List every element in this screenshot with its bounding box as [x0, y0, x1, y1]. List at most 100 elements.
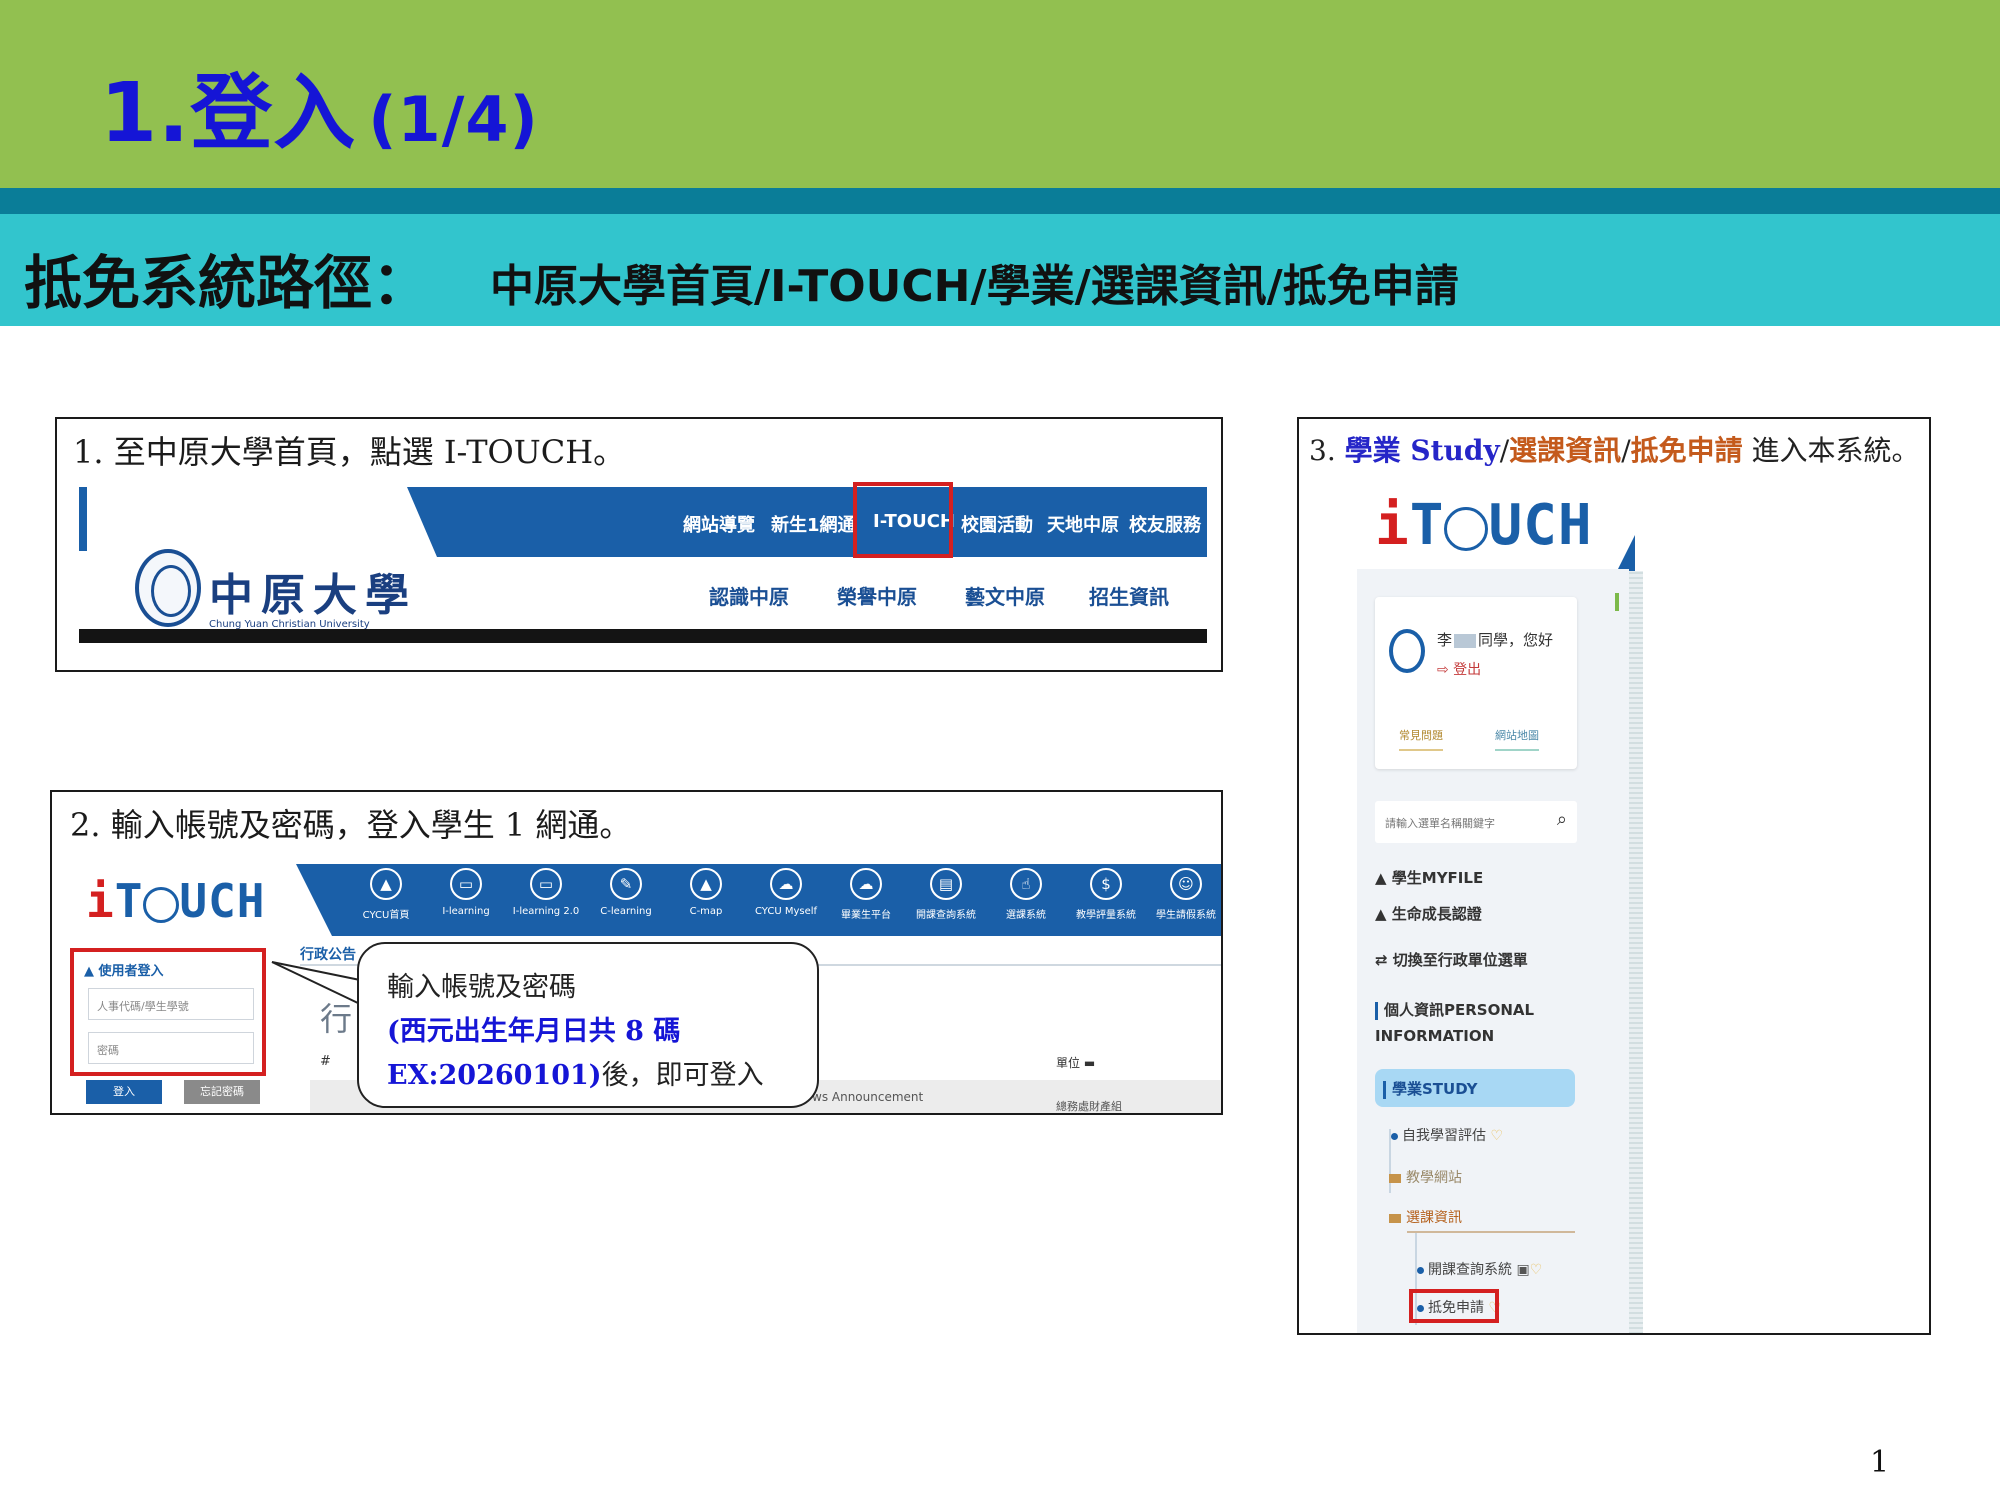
- favorite-icon[interactable]: ♡: [1530, 1262, 1543, 1278]
- nav-item-6[interactable]: ☁ 畢業生平台: [828, 868, 904, 921]
- step3-caption-apply: 抵免申請: [1630, 434, 1743, 467]
- itouch-logo-uch: UCH: [179, 874, 266, 928]
- login-box: ▲ 使用者登入 人事代碼/學生學號 密碼: [70, 948, 266, 1076]
- name-redaction: [1454, 633, 1477, 648]
- path-text: 中原大學首頁/I-TOUCH/學業/選課資訊/抵免申請: [490, 261, 1459, 312]
- account-input[interactable]: 人事代碼/學生學號: [88, 988, 254, 1020]
- sidebar-item-growth[interactable]: ▲ 生命成長認證: [1375, 903, 1482, 924]
- nav-item-10[interactable]: ☺ 學生請假系統: [1148, 868, 1221, 921]
- nav-item-4[interactable]: ▲ C-map: [668, 868, 744, 917]
- login-title-text: 使用者登入: [98, 964, 164, 979]
- cycu-logo-text: 中原大學: [209, 570, 417, 621]
- itouch-logo-large-uch: UCH: [1488, 493, 1593, 558]
- menu-self-eval-label: 自我學習評估: [1402, 1128, 1486, 1144]
- sidebar-growth-label: 生命成長認證: [1391, 905, 1482, 923]
- header-divider-band: [0, 188, 2000, 214]
- faq-link[interactable]: 常見問題: [1399, 727, 1443, 751]
- monitor-icon: ▭: [450, 868, 482, 900]
- callout-line-2: (西元出生年月日共 8 碼: [387, 1016, 681, 1047]
- menu-course-query-label: 開課查詢系統: [1428, 1262, 1512, 1278]
- building-icon: ▲: [370, 868, 402, 900]
- search-icon[interactable]: ⌕: [1557, 809, 1567, 830]
- nav-item-label: 選課系統: [1006, 910, 1046, 921]
- cycu-seal-icon: [135, 549, 201, 627]
- sidebar-item-myfile[interactable]: ▲ 學生MYFILE: [1375, 867, 1483, 888]
- forgot-password-button[interactable]: 忘記密碼: [184, 1080, 260, 1104]
- callout-line-3: EX:20260101)後，即可登入: [387, 1054, 789, 1098]
- monitor-new-icon: ▭: [530, 868, 562, 900]
- sidebar-item-personal[interactable]: 個人資訊PERSONAL: [1375, 999, 1534, 1020]
- nav-campus-events[interactable]: 校園活動: [961, 511, 1033, 537]
- row-announcement-text: ws Announcement: [812, 1090, 924, 1104]
- step2-panel: 2. 輸入帳號及密碼，登入學生 1 網通。 iT UCH ▲ CYCU首頁 ▭ I-le…: [50, 790, 1223, 1115]
- step3-caption-suffix: 進入本系統。: [1742, 434, 1920, 467]
- favorite-icon[interactable]: ♡: [1490, 1128, 1503, 1144]
- nav-item-label: 學生請假系統: [1156, 910, 1216, 921]
- nav-freshman-portal[interactable]: 新生1網通: [771, 511, 856, 537]
- nav-alumni-service[interactable]: 校友服務: [1129, 511, 1201, 537]
- callout-pointer: [271, 961, 361, 1005]
- itouch-seal-icon: [143, 886, 180, 923]
- menu-teaching-site[interactable]: 教學網站: [1389, 1167, 1462, 1187]
- nav-item-3[interactable]: ✎ C-learning: [588, 868, 664, 917]
- nav-item-label: CYCU首頁: [362, 910, 410, 921]
- user-avatar-icon: [1389, 629, 1425, 673]
- nav-item-2[interactable]: ▭ I-learning 2.0: [508, 868, 584, 917]
- column-header-unit: 單位 ▬: [1056, 1056, 1096, 1070]
- sitemap-link[interactable]: 網站地圖: [1495, 727, 1539, 751]
- nav-item-7[interactable]: ▤ 開課查詢系統: [908, 868, 984, 921]
- nav-item-label: 開課查詢系統: [916, 910, 976, 921]
- slide-title-text: 1.登入: [100, 66, 357, 161]
- login-instruction-callout: 輸入帳號及密碼 (西元出生年月日共 8 碼 EX:20260101)後，即可登入: [357, 942, 819, 1108]
- nav-honor-cycu[interactable]: 榮譽中原: [837, 581, 917, 610]
- sidebar-green-marker: [1615, 593, 1619, 611]
- nav-item-0[interactable]: ▲ CYCU首頁: [348, 868, 424, 921]
- nav-item-8[interactable]: ☝ 選課系統: [988, 868, 1064, 921]
- sidebar-study-label: 學業STUDY: [1392, 1080, 1478, 1098]
- menu-course-query[interactable]: 開課查詢系統 ▣♡: [1417, 1259, 1542, 1279]
- itouch-logo-large: iT UCH: [1375, 493, 1593, 558]
- nav-item-label: CYCU Myself: [754, 906, 818, 917]
- step3-caption-prefix: 3.: [1309, 434, 1345, 467]
- logout-link[interactable]: ⇨ 登出: [1437, 659, 1481, 679]
- sidebar-switch-label: 切換至行政單位選單: [1392, 951, 1528, 969]
- section-marker: [1375, 1001, 1378, 1020]
- menu-course-info[interactable]: 選課資訊: [1389, 1207, 1462, 1227]
- nav-admissions[interactable]: 招生資訊: [1089, 581, 1169, 610]
- bullet-icon: [1391, 1132, 1398, 1140]
- folder-open-icon: [1389, 1213, 1401, 1223]
- external-link-icon: ▣: [1516, 1262, 1530, 1278]
- password-input[interactable]: 密碼: [88, 1032, 254, 1064]
- page-number: 1: [1870, 1445, 1890, 1480]
- menu-self-eval[interactable]: 自我學習評估 ♡: [1391, 1125, 1503, 1145]
- login-button[interactable]: 登入: [86, 1080, 162, 1104]
- sidebar-item-personal-line2[interactable]: INFORMATION: [1375, 1027, 1494, 1045]
- itouch-logo-large-i: i: [1375, 493, 1410, 558]
- step2-caption: 2. 輸入帳號及密碼，登入學生 1 網通。: [70, 806, 632, 844]
- step3-caption: 3. 學業 Study/選課資訊/抵免申請 進入本系統。: [1309, 429, 1920, 469]
- nav-item-1[interactable]: ▭ I-learning: [428, 868, 504, 917]
- dollar-icon: $: [1090, 868, 1122, 900]
- login-title: ▲ 使用者登入: [84, 964, 164, 979]
- nav-item-5[interactable]: ☁ CYCU Myself: [748, 868, 824, 917]
- itouch-logo-t: T: [114, 874, 144, 928]
- nav-item-label: I-learning 2.0: [512, 906, 580, 917]
- cloud-icon: ☁: [770, 868, 802, 900]
- nav-item-label: 畢業生平台: [841, 910, 891, 921]
- nav-site-guide[interactable]: 網站導覽: [683, 511, 755, 537]
- nav-arts-cycu[interactable]: 藝文中原: [965, 581, 1045, 610]
- mountain-icon: ▲: [690, 868, 722, 900]
- sidebar-item-switch-admin[interactable]: ⇄ 切換至行政單位選單: [1375, 949, 1528, 970]
- sidebar-item-study[interactable]: 學業STUDY: [1375, 1069, 1575, 1107]
- step3-caption-sep2: /: [1621, 434, 1631, 467]
- column-header-number: #: [320, 1054, 331, 1069]
- nav-item-label: I-learning: [442, 906, 490, 917]
- step3-caption-course: 選課資訊: [1509, 434, 1622, 467]
- nav-item-9[interactable]: $ 教學評量系統: [1068, 868, 1144, 921]
- menu-search-input[interactable]: 請輸入選單名稱關鍵字 ⌕: [1375, 801, 1577, 843]
- slide-page-fraction: (1/4): [368, 83, 539, 156]
- step1-caption: 1. 至中原大學首頁，點選 I-TOUCH。: [73, 433, 626, 471]
- nav-cycu-world[interactable]: 天地中原: [1047, 511, 1119, 537]
- nav-about-cycu[interactable]: 認識中原: [709, 581, 789, 610]
- cloud-icon: ☁: [850, 868, 882, 900]
